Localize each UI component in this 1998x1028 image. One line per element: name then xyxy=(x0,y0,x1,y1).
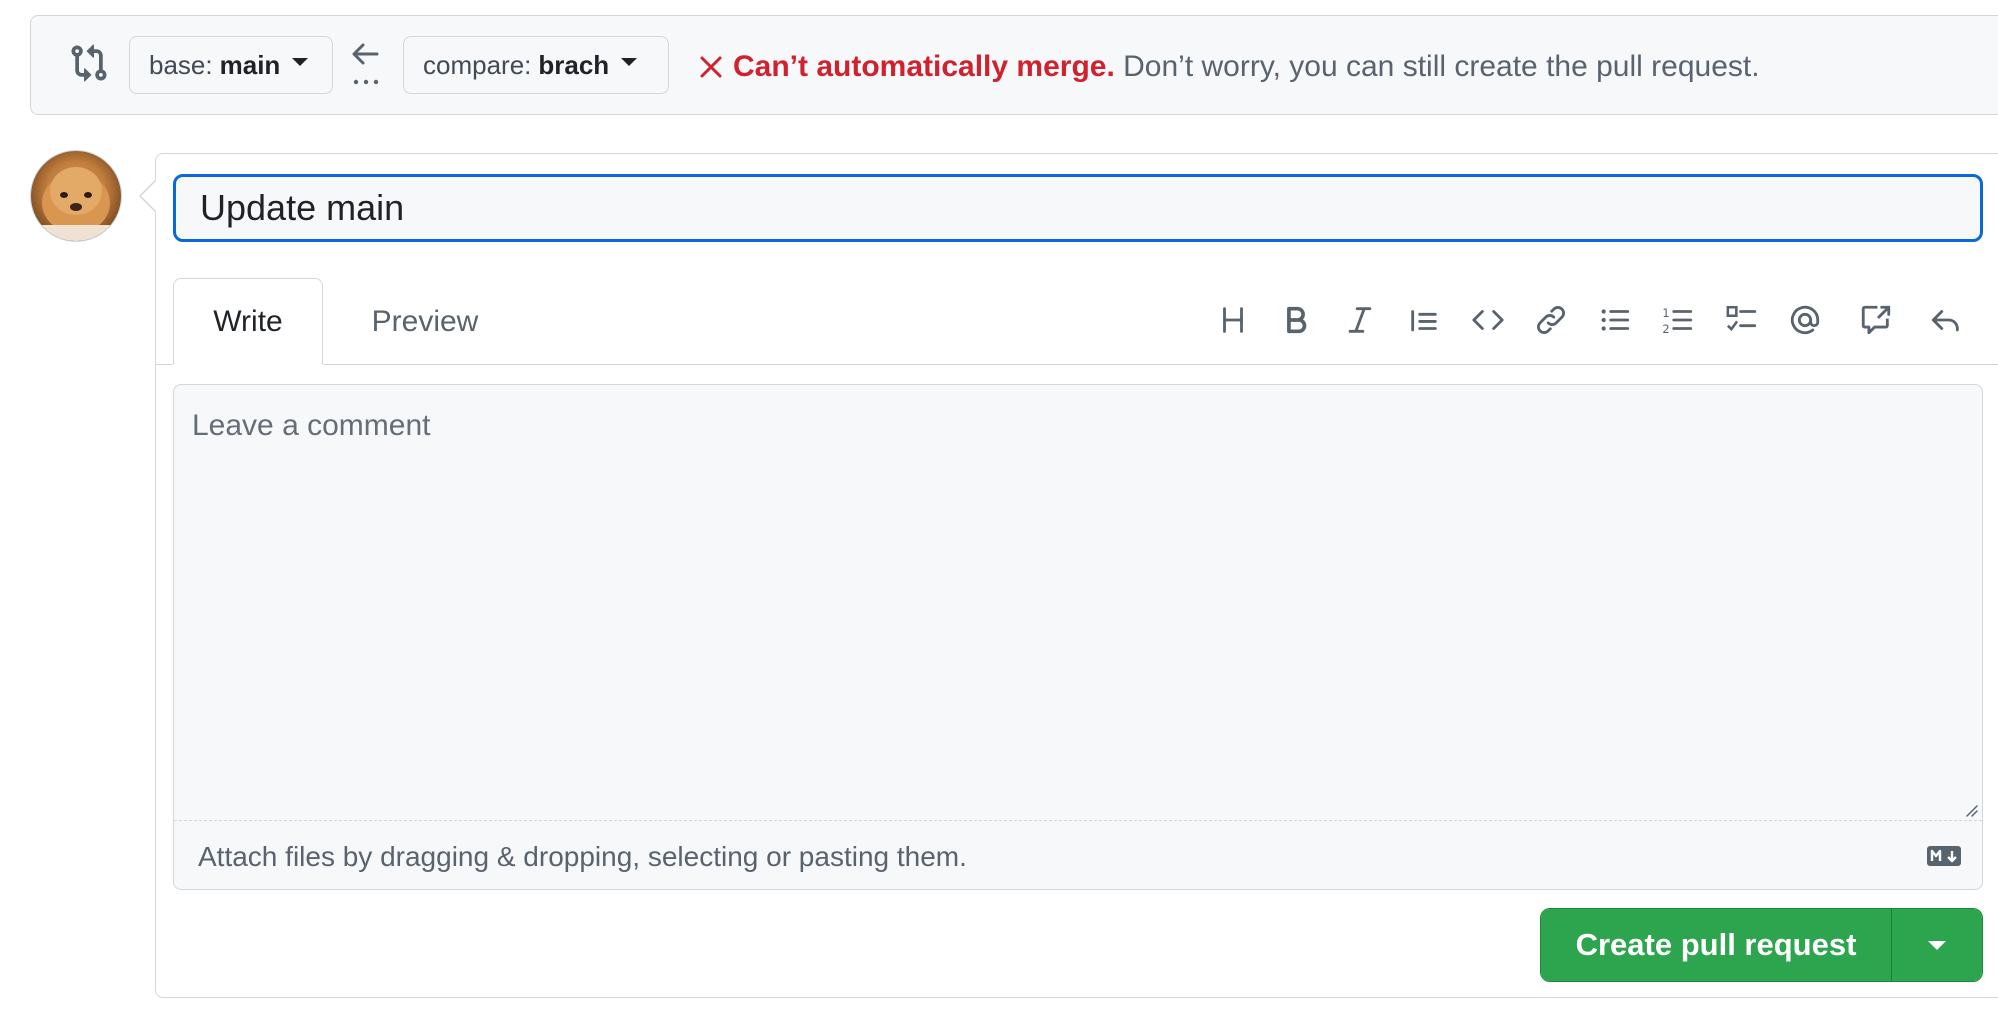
compare-branch-button[interactable]: compare: brach xyxy=(403,36,669,94)
avatar xyxy=(30,150,122,242)
task-list-icon[interactable] xyxy=(1722,300,1762,340)
reply-icon[interactable] xyxy=(1926,300,1966,340)
compare-branch-prefix: compare: xyxy=(423,49,532,80)
attach-files-text[interactable]: Attach files by dragging & dropping, sel… xyxy=(198,841,967,873)
ellipsis-icon xyxy=(353,79,379,85)
chevron-down-icon xyxy=(1928,940,1946,950)
create-pull-request-button[interactable]: Create pull request xyxy=(1541,909,1891,981)
compare-range-bar: base: main compare: brach Can’t automati… xyxy=(30,15,1998,115)
chevron-down-icon xyxy=(292,58,309,66)
svg-text:2: 2 xyxy=(1662,322,1669,336)
arrow-left-icon xyxy=(352,43,379,65)
bold-icon[interactable] xyxy=(1276,300,1316,340)
git-compare-icon xyxy=(71,44,107,82)
code-icon[interactable] xyxy=(1468,300,1508,340)
base-branch-button[interactable]: base: main xyxy=(129,36,333,94)
quote-icon[interactable] xyxy=(1404,300,1444,340)
base-branch-name: main xyxy=(219,49,281,80)
title-input[interactable] xyxy=(173,174,1983,242)
comment-box: Attach files by dragging & dropping, sel… xyxy=(173,384,1983,890)
create-pull-request-group: Create pull request xyxy=(1540,908,1983,982)
compare-branch-name: brach xyxy=(538,49,610,80)
comment-textarea[interactable] xyxy=(174,385,1982,821)
merge-status-title: Can’t automatically merge. xyxy=(733,50,1115,83)
form-pointer-fill xyxy=(141,181,156,211)
avatar-image xyxy=(31,167,121,241)
ordered-list-icon[interactable]: 12 xyxy=(1658,300,1698,340)
svg-text:1: 1 xyxy=(1662,306,1669,320)
italic-icon[interactable] xyxy=(1340,300,1380,340)
link-icon[interactable] xyxy=(1531,300,1571,340)
create-options-dropdown[interactable] xyxy=(1891,909,1982,981)
resize-handle-icon[interactable] xyxy=(1964,803,1978,817)
reference-icon[interactable] xyxy=(1856,300,1896,340)
merge-status-description: Don’t worry, you can still create the pu… xyxy=(1123,50,1760,83)
tab-preview[interactable]: Preview xyxy=(355,278,495,365)
x-icon xyxy=(700,56,722,78)
markdown-icon[interactable] xyxy=(1926,844,1962,868)
unordered-list-icon[interactable] xyxy=(1595,300,1635,340)
chevron-down-icon xyxy=(621,58,638,66)
merge-status: Can’t automatically merge. Don’t worry, … xyxy=(699,50,1760,84)
base-branch-prefix: base: xyxy=(149,49,213,80)
tab-write[interactable]: Write xyxy=(173,278,323,365)
heading-icon[interactable] xyxy=(1213,300,1253,340)
mention-icon[interactable] xyxy=(1785,300,1825,340)
